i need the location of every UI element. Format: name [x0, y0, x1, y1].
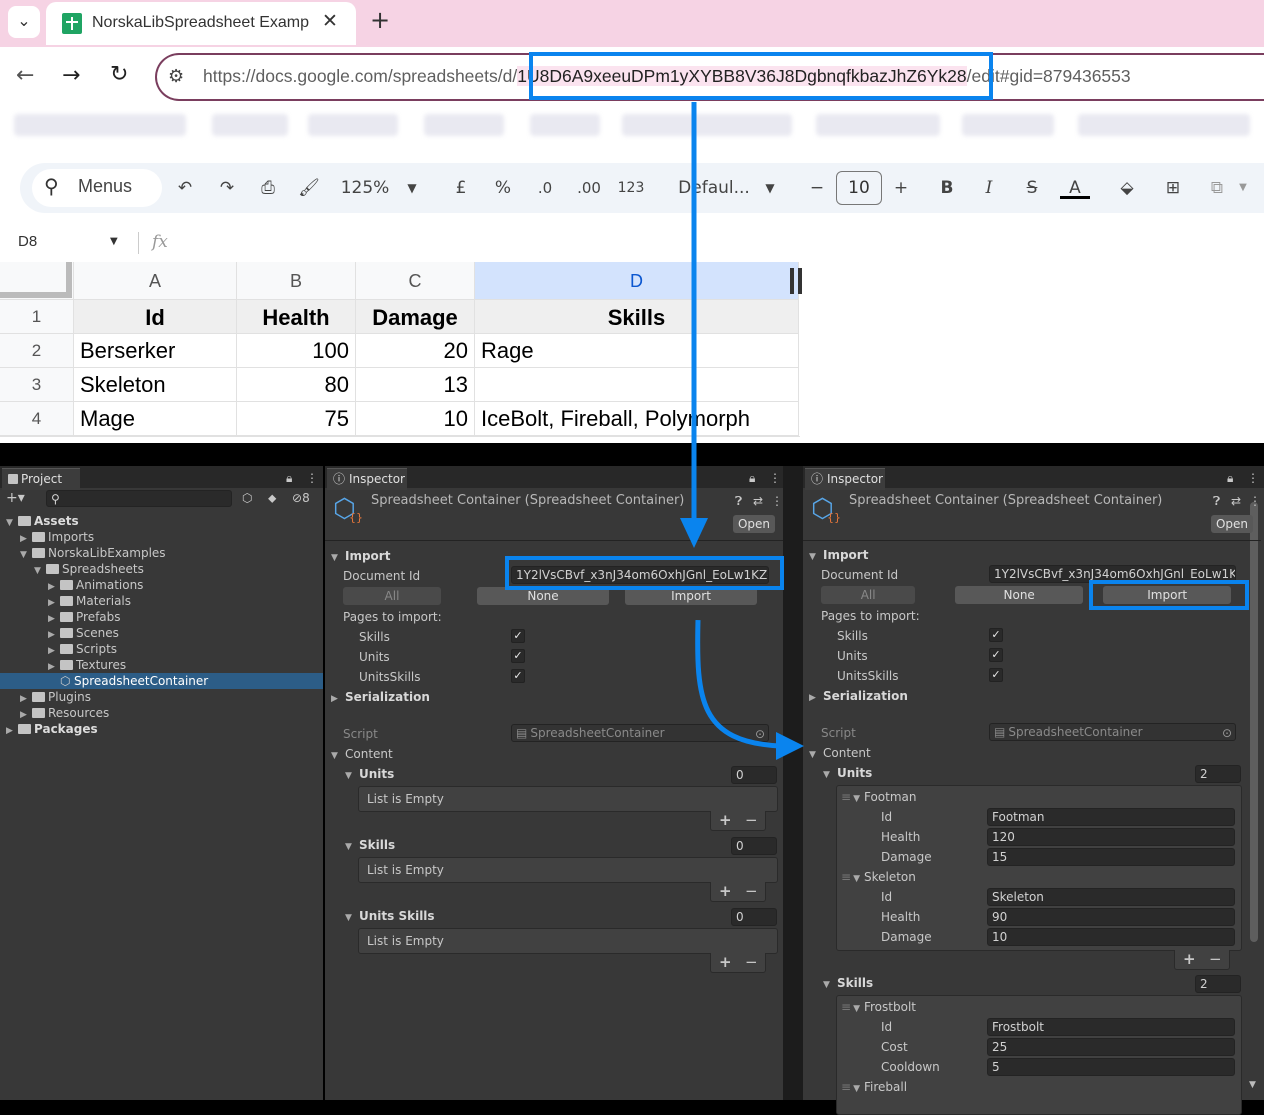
- annotation-arrows: [680, 102, 804, 760]
